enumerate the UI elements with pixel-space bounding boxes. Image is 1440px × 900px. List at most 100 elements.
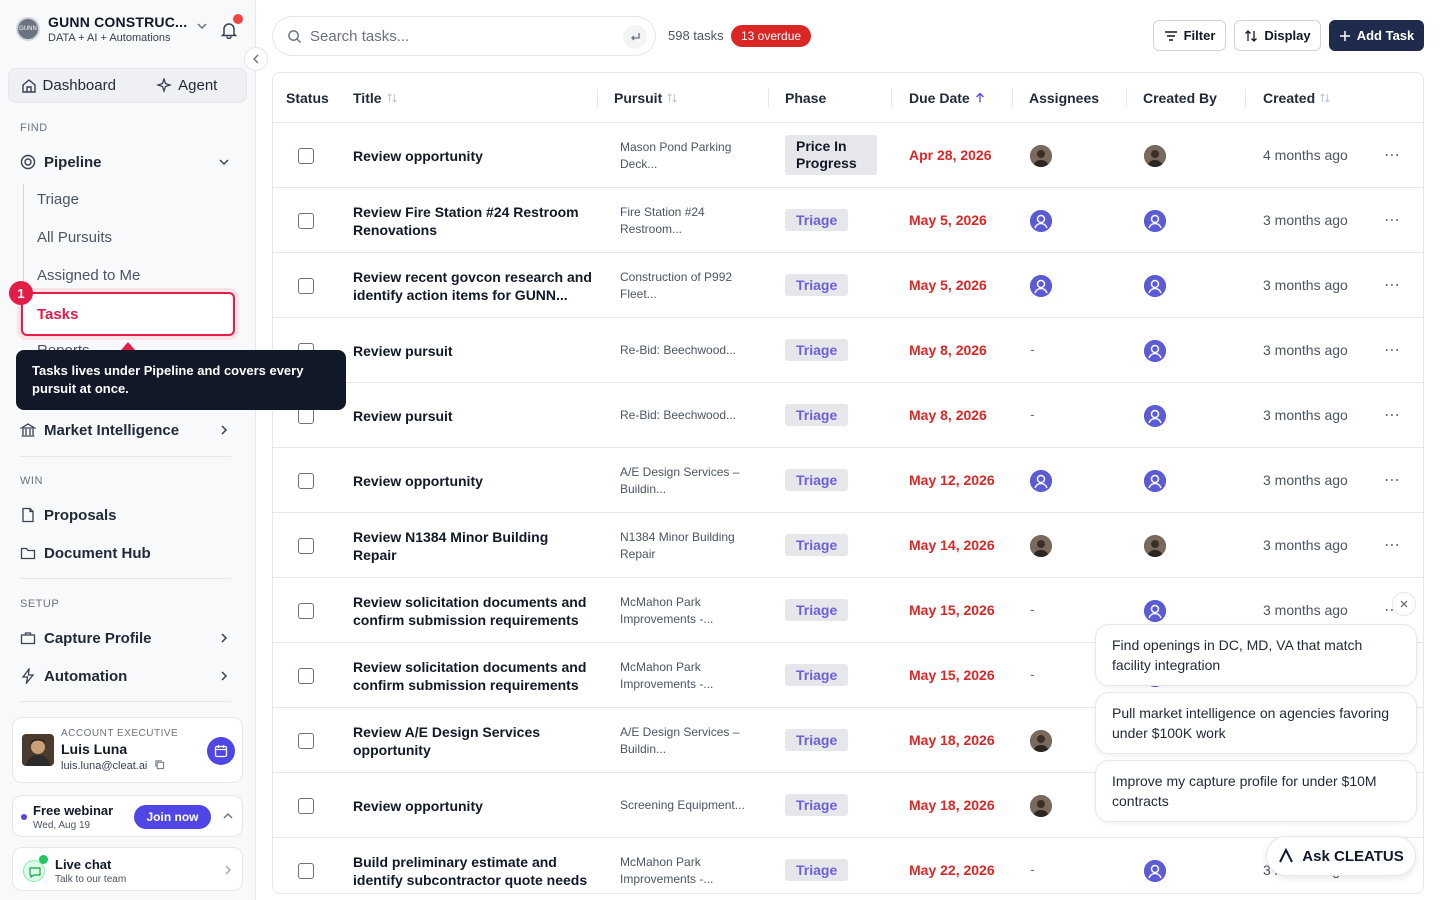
task-title[interactable]: Review Fire Station #24 Restroom Renovat… (353, 188, 593, 253)
nav-market-intelligence[interactable]: Market Intelligence (20, 420, 236, 440)
task-pursuit[interactable]: A/E Design Services – Buildin... (620, 708, 750, 773)
row-more-icon[interactable]: ⋯ (1384, 340, 1401, 360)
collapse-sidebar-button[interactable] (244, 47, 268, 71)
assignee-avatar[interactable] (1030, 210, 1052, 232)
row-more-icon[interactable]: ⋯ (1384, 275, 1401, 295)
suggestion-chip[interactable]: Find openings in DC, MD, VA that match f… (1095, 624, 1417, 686)
nav-assigned-to-me[interactable]: Assigned to Me (37, 267, 140, 284)
task-title[interactable]: Review pursuit (353, 383, 593, 448)
display-button[interactable]: Display (1234, 20, 1321, 51)
task-pursuit[interactable]: Mason Pond Parking Deck... (620, 123, 750, 188)
column-created-by[interactable]: Created By (1143, 90, 1217, 106)
assignee-avatar[interactable] (1030, 795, 1052, 817)
row-more-icon[interactable]: ⋯ (1384, 210, 1401, 230)
copy-icon[interactable] (154, 759, 165, 770)
creator-avatar[interactable] (1144, 340, 1166, 362)
column-phase[interactable]: Phase (785, 90, 826, 106)
row-checkbox[interactable] (298, 148, 314, 164)
task-title[interactable]: Review solicitation documents and confir… (353, 578, 593, 643)
nav-document-hub[interactable]: Document Hub (20, 543, 236, 563)
agent-tab[interactable]: Agent (128, 69, 247, 102)
column-divider[interactable] (1245, 89, 1246, 107)
row-checkbox[interactable] (298, 408, 314, 424)
table-row[interactable]: Build preliminary estimate and identify … (273, 838, 1423, 893)
assignee-avatar[interactable] (1030, 730, 1052, 752)
column-divider[interactable] (597, 89, 598, 107)
row-checkbox[interactable] (298, 473, 314, 489)
column-divider[interactable] (891, 89, 892, 107)
chevron-down-icon[interactable] (196, 20, 208, 32)
chevron-up-icon[interactable] (223, 811, 233, 821)
search-input[interactable] (310, 27, 600, 45)
task-pursuit[interactable]: Fire Station #24 Restroom... (620, 188, 750, 253)
creator-avatar[interactable] (1144, 275, 1166, 297)
table-row[interactable]: Review opportunity A/E Design Services – … (273, 448, 1423, 513)
table-row[interactable]: Review recent govcon research and identi… (273, 253, 1423, 318)
row-checkbox[interactable] (298, 863, 314, 879)
row-more-icon[interactable]: ⋯ (1384, 145, 1401, 165)
enter-key-icon[interactable] (623, 25, 647, 49)
ask-cleatus-button[interactable]: Ask CLEATUS (1266, 836, 1416, 876)
task-pursuit[interactable]: Screening Equipment... (620, 773, 750, 838)
nav-tasks[interactable]: Tasks (21, 292, 235, 336)
table-row[interactable]: Review opportunity Mason Pond Parking Dec… (273, 123, 1423, 188)
schedule-meeting-button[interactable] (207, 737, 235, 765)
table-row[interactable]: Review N1384 Minor Building Repair N1384 … (273, 513, 1423, 578)
filter-button[interactable]: Filter (1153, 20, 1226, 51)
nav-capture-profile[interactable]: Capture Profile (20, 628, 236, 648)
task-pursuit[interactable]: N1384 Minor Building Repair (620, 513, 750, 578)
suggestion-chip[interactable]: Pull market intelligence on agencies fav… (1095, 692, 1417, 754)
creator-avatar[interactable] (1144, 210, 1166, 232)
table-row[interactable]: Review Fire Station #24 Restroom Renovat… (273, 188, 1423, 253)
nav-triage[interactable]: Triage (37, 191, 79, 208)
nav-automation[interactable]: Automation (20, 666, 236, 686)
creator-avatar[interactable] (1144, 535, 1166, 557)
row-checkbox[interactable] (298, 278, 314, 294)
creator-avatar[interactable] (1144, 470, 1166, 492)
column-due-date[interactable]: Due Date (909, 90, 986, 106)
row-checkbox[interactable] (298, 538, 314, 554)
join-webinar-button[interactable]: Join now (134, 805, 211, 829)
org-switcher[interactable]: GUNN GUNN CONSTRUC... DATA + AI + Automa… (16, 14, 187, 44)
creator-avatar[interactable] (1144, 145, 1166, 167)
assignee-avatar[interactable] (1030, 275, 1052, 297)
row-checkbox[interactable] (298, 668, 314, 684)
task-title[interactable]: Review solicitation documents and confir… (353, 643, 593, 708)
column-title[interactable]: Title (353, 90, 398, 106)
row-checkbox[interactable] (298, 798, 314, 814)
task-title[interactable]: Review pursuit (353, 318, 593, 383)
column-pursuit[interactable]: Pursuit (614, 90, 678, 106)
task-pursuit[interactable]: Re-Bid: Beechwood... (620, 318, 750, 383)
assignee-avatar[interactable] (1030, 470, 1052, 492)
row-more-icon[interactable]: ⋯ (1384, 470, 1401, 490)
live-chat-card[interactable]: Live chat Talk to our team (12, 847, 243, 891)
table-row[interactable]: Review pursuit Re-Bid: Beechwood... Triage… (273, 318, 1423, 383)
overdue-badge[interactable]: 13 overdue (731, 25, 812, 47)
creator-avatar[interactable] (1144, 405, 1166, 427)
nav-proposals[interactable]: Proposals (20, 505, 236, 525)
column-assignees[interactable]: Assignees (1029, 90, 1099, 106)
column-divider[interactable] (768, 89, 769, 107)
assignee-avatar[interactable] (1030, 535, 1052, 557)
task-pursuit[interactable]: Construction of P992 Fleet... (620, 253, 750, 318)
suggestion-chip[interactable]: Improve my capture profile for under $10… (1095, 760, 1417, 822)
task-title[interactable]: Review opportunity (353, 773, 593, 838)
dashboard-tab[interactable]: Dashboard (9, 69, 128, 102)
nav-all-pursuits[interactable]: All Pursuits (37, 229, 112, 246)
row-more-icon[interactable]: ⋯ (1384, 535, 1401, 555)
task-title[interactable]: Review opportunity (353, 123, 593, 188)
task-title[interactable]: Build preliminary estimate and identify … (353, 838, 593, 893)
column-divider[interactable] (1012, 89, 1013, 107)
column-divider[interactable] (1126, 89, 1127, 107)
creator-avatar[interactable] (1144, 600, 1166, 622)
add-task-button[interactable]: Add Task (1329, 20, 1424, 51)
column-created[interactable]: Created (1263, 90, 1331, 106)
row-checkbox[interactable] (298, 733, 314, 749)
close-suggestions-button[interactable] (1392, 592, 1416, 616)
task-title[interactable]: Review N1384 Minor Building Repair (353, 513, 593, 578)
row-more-icon[interactable]: ⋯ (1384, 405, 1401, 425)
table-row[interactable]: Review pursuit Re-Bid: Beechwood... Triage… (273, 383, 1423, 448)
creator-avatar[interactable] (1144, 860, 1166, 882)
task-pursuit[interactable]: A/E Design Services – Buildin... (620, 448, 750, 513)
task-title[interactable]: Review A/E Design Services opportunity (353, 708, 593, 773)
